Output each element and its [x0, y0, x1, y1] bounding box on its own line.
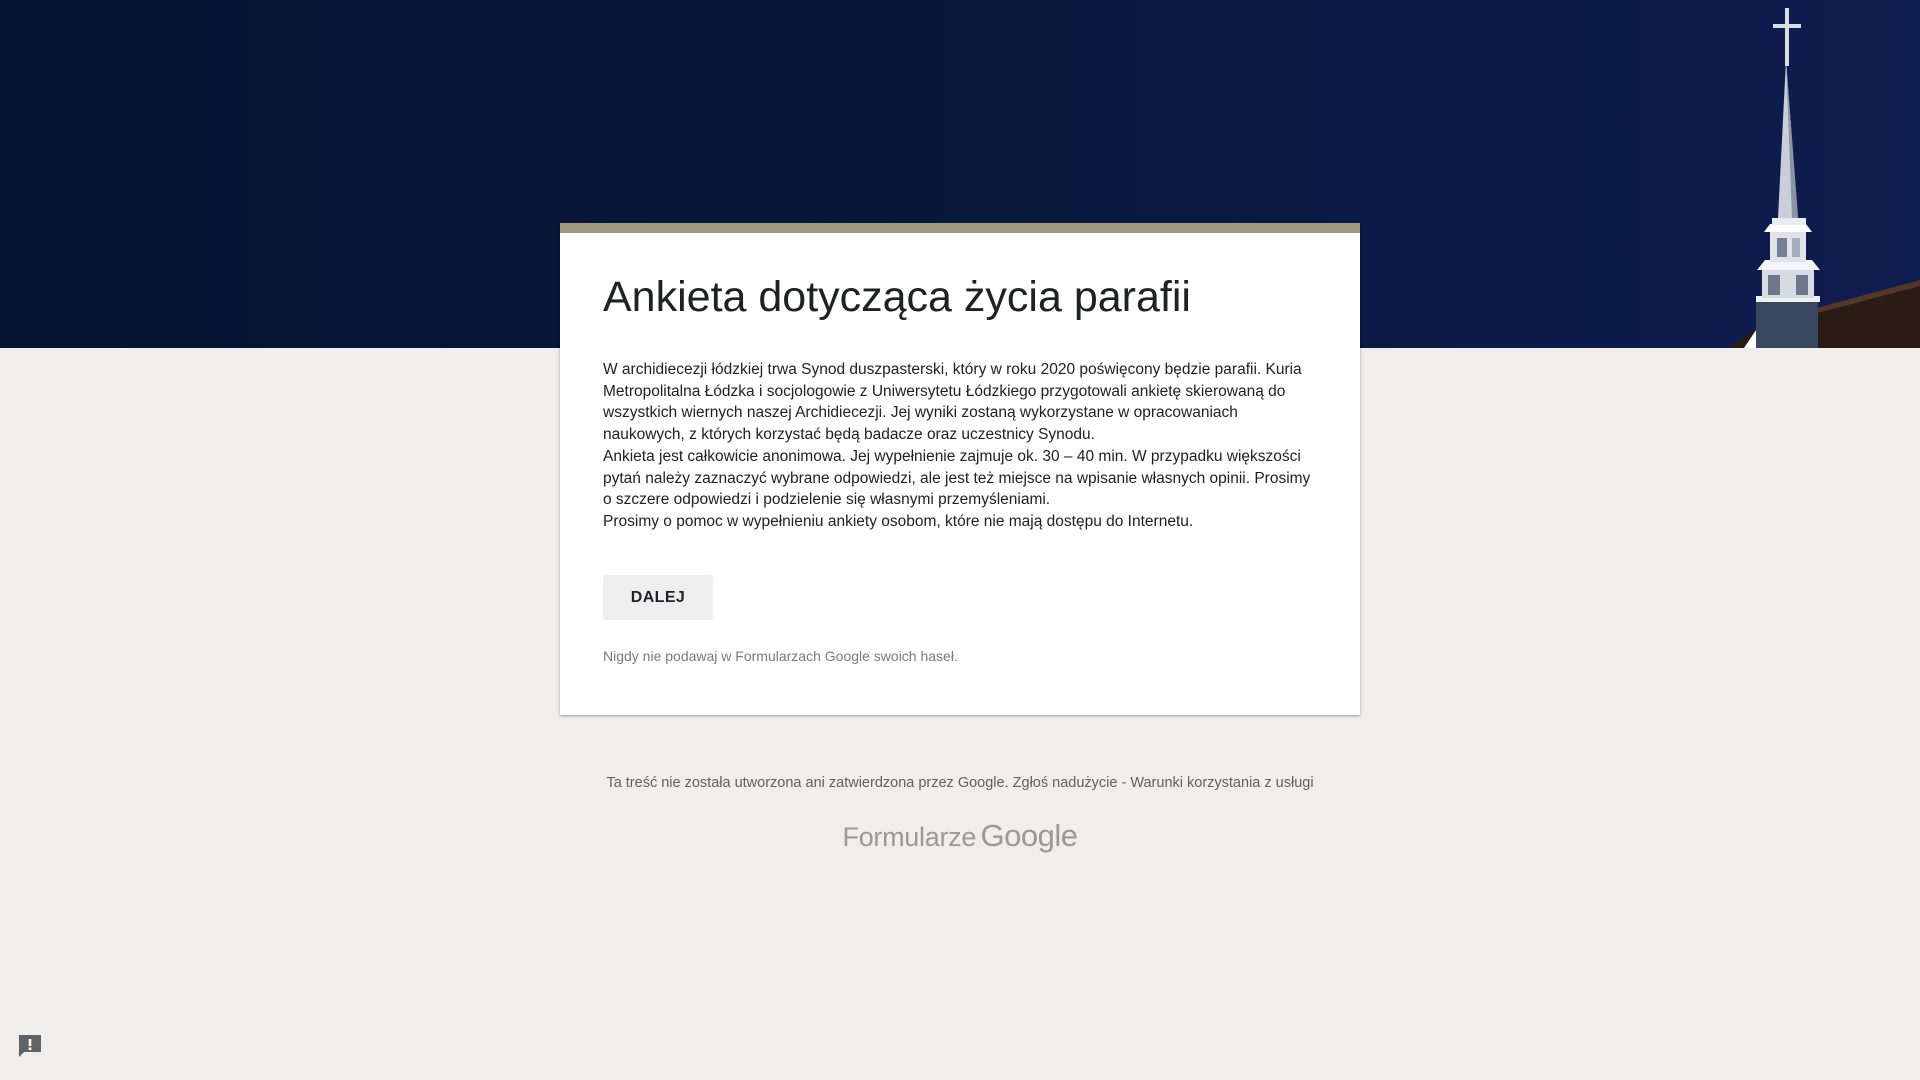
google-forms-logo[interactable]: Formularze Google	[0, 818, 1920, 854]
next-button[interactable]: DALEJ	[603, 575, 713, 620]
brand-company-name: Google	[980, 818, 1078, 853]
card-accent-bar	[560, 223, 1360, 233]
password-warning: Nigdy nie podawaj w Formularzach Google …	[603, 648, 958, 664]
footer-separator: -	[1121, 775, 1127, 791]
report-abuse-link[interactable]: Zgłoś nadużycie	[1013, 775, 1118, 791]
terms-link[interactable]: Warunki korzystania z usługi	[1130, 775, 1313, 791]
church-steeple-image	[1728, 8, 1920, 348]
form-title: Ankieta dotycząca życia parafii	[603, 273, 1191, 321]
form-header-card: Ankieta dotycząca życia parafii W archid…	[560, 223, 1360, 715]
form-description: W archidiecezji łódzkiej trwa Synod dusz…	[603, 359, 1323, 533]
brand-product-name: Formularze	[842, 822, 977, 852]
description-paragraph: Ankieta jest całkowicie anonimowa. Jej w…	[603, 447, 1311, 509]
footer: Ta treść nie została utworzona ani zatwi…	[0, 775, 1920, 791]
description-paragraph: W archidiecezji łódzkiej trwa Synod dusz…	[603, 361, 1302, 444]
description-paragraph: Prosimy o pomoc w wypełnieniu ankiety os…	[603, 512, 1194, 530]
footer-disclaimer: Ta treść nie została utworzona ani zatwi…	[606, 775, 1009, 791]
report-feedback-icon	[19, 1035, 41, 1057]
forms-page: Ankieta dotycząca życia parafii W archid…	[0, 0, 1920, 1080]
report-feedback-button[interactable]	[16, 1032, 44, 1060]
